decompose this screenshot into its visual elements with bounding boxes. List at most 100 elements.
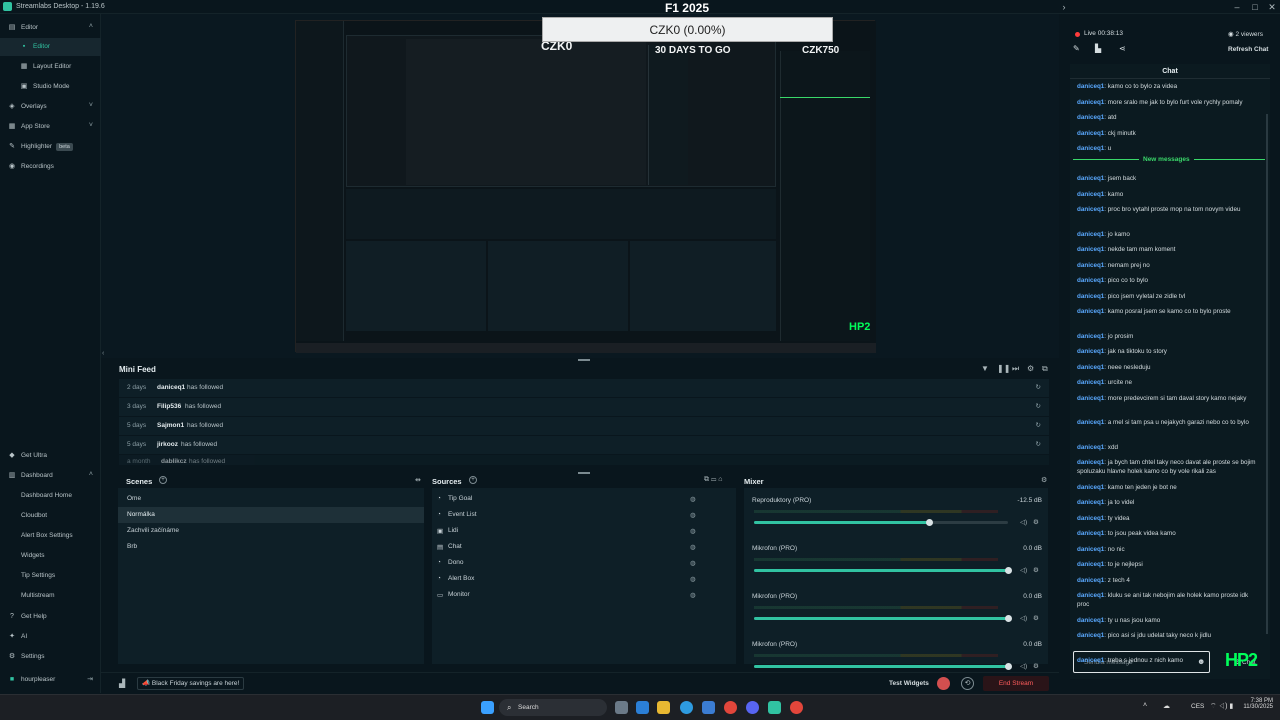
chat-collapse-icon[interactable]: › [1057, 1, 1071, 13]
popout-icon[interactable]: ⧉ [1042, 364, 1048, 374]
input-language[interactable]: CES [1191, 703, 1204, 710]
chat-username[interactable]: daniceq1 [1077, 262, 1104, 269]
end-stream-button[interactable]: End Stream [983, 676, 1049, 691]
sidebar-item-app-store[interactable]: ▦ App Store ˅ [0, 118, 101, 136]
maximize-button[interactable]: □ [1248, 1, 1262, 13]
chat-username[interactable]: daniceq1 [1077, 145, 1104, 152]
scene-item[interactable]: Brb [127, 543, 137, 550]
chat-username[interactable]: daniceq1 [1077, 277, 1104, 284]
sidebar-item-recordings[interactable]: ◉ Recordings [0, 158, 101, 176]
chat-username[interactable]: daniceq1 [1077, 308, 1104, 315]
file-explorer-icon[interactable] [657, 701, 670, 714]
sidebar-item-multistream[interactable]: Multistream [0, 587, 101, 605]
lock-icon[interactable]: ◍ [690, 575, 696, 583]
chat-username[interactable]: daniceq1 [1077, 419, 1104, 426]
chat-username[interactable]: daniceq1 [1077, 246, 1104, 253]
stats-icon[interactable]: ▟ [119, 679, 125, 688]
chat-username[interactable]: daniceq1 [1077, 395, 1104, 402]
replay-icon[interactable]: ↻ [1036, 436, 1041, 454]
sidebar-item-user[interactable]: ■ hourpleaser ⇥ [0, 671, 101, 689]
chat-username[interactable]: daniceq1 [1077, 577, 1104, 584]
source-item[interactable]: Dono [448, 559, 464, 566]
chat-username[interactable]: daniceq1 [1077, 379, 1104, 386]
filter-icon[interactable]: ▼ [981, 364, 989, 373]
tray-icons[interactable]: ☁ [1163, 702, 1170, 710]
mixer-settings-icon[interactable]: ⚙ [1041, 476, 1047, 484]
chat-username[interactable]: daniceq1 [1077, 484, 1104, 491]
chat-scrollbar[interactable] [1266, 114, 1268, 634]
test-widgets-button[interactable]: Test Widgets [889, 680, 929, 687]
chat-username[interactable]: daniceq1 [1077, 592, 1104, 599]
streamlabs-taskbar-icon[interactable] [768, 701, 781, 714]
gear-icon[interactable]: ⚙ [1033, 518, 1039, 526]
scene-transitions-icon[interactable]: ⇹ [415, 476, 421, 484]
chat-username[interactable]: daniceq1 [1077, 515, 1104, 522]
volume-slider[interactable] [754, 519, 1008, 526]
pause-icon[interactable]: ❚❚ [997, 364, 1010, 373]
volume-slider[interactable] [754, 663, 1012, 670]
scene-item[interactable]: Zachvili začínáme [127, 527, 179, 534]
edit-icon[interactable]: ✎ [1073, 44, 1080, 53]
discord-icon[interactable] [746, 701, 759, 714]
scene-item[interactable]: Ome [127, 495, 141, 502]
chat-username[interactable]: daniceq1 [1077, 333, 1104, 340]
sidebar-item-editor[interactable]: ▤ Editor ˄ [0, 19, 101, 37]
chat-username[interactable]: daniceq1 [1077, 99, 1104, 106]
sidebar-item-get-ultra[interactable]: ◆ Get Ultra [0, 447, 101, 465]
sidebar-item-layout-editor[interactable]: ▦ Layout Editor [0, 58, 101, 76]
logout-icon[interactable]: ⇥ [87, 675, 93, 683]
chat-username[interactable]: daniceq1 [1077, 444, 1104, 451]
network-volume-icon[interactable]: ⌔ ◁) ▮ [1210, 702, 1233, 711]
resize-handle[interactable] [578, 359, 590, 361]
resize-handle[interactable] [578, 472, 590, 474]
source-item[interactable]: Event List [448, 511, 477, 518]
chat-username[interactable]: daniceq1 [1077, 83, 1104, 90]
source-item[interactable]: Chat [448, 543, 462, 550]
close-button[interactable]: ✕ [1265, 1, 1279, 13]
sidebar-item-highlighter[interactable]: ✎ Highlighter beta [0, 138, 101, 156]
sidebar-item-settings[interactable]: ⚙ Settings [0, 648, 101, 666]
source-item[interactable]: Tip Goal [448, 495, 472, 502]
chat-username[interactable]: daniceq1 [1077, 175, 1104, 182]
lock-icon[interactable]: ◍ [690, 543, 696, 551]
chat-username[interactable]: daniceq1 [1077, 364, 1104, 371]
sidebar-item-get-help[interactable]: ? Get Help [0, 608, 101, 626]
chat-username[interactable]: daniceq1 [1077, 114, 1104, 121]
sidebar-item-tip-settings[interactable]: Tip Settings [0, 567, 101, 585]
gear-icon[interactable]: ⚙ [1033, 614, 1039, 622]
chrome-icon[interactable] [724, 701, 737, 714]
skip-icon[interactable]: ⏭ [1012, 364, 1019, 374]
scene-item[interactable]: Normálka [127, 511, 155, 518]
lock-icon[interactable]: ◍ [690, 527, 696, 535]
lock-icon[interactable]: ◍ [690, 511, 696, 519]
chat-username[interactable]: daniceq1 [1077, 561, 1104, 568]
sidebar-item-alert-box-settings[interactable]: Alert Box Settings [0, 527, 101, 545]
volume-slider-knob[interactable] [1005, 663, 1012, 670]
replay-icon[interactable]: ↻ [1036, 417, 1041, 435]
speaker-icon[interactable]: ◁) [1020, 518, 1027, 526]
help-app-icon[interactable] [680, 701, 693, 714]
stream-preview[interactable]: CZK0 30 DAYS TO GO CZK750 HP2 [295, 20, 876, 353]
chat-username[interactable]: daniceq1 [1077, 617, 1104, 624]
source-item[interactable]: Alert Box [448, 575, 474, 582]
lock-icon[interactable]: ◍ [690, 559, 696, 567]
settings-icon[interactable]: ⚙ [1027, 364, 1034, 373]
source-item[interactable]: Lidi [448, 527, 458, 534]
chat-username[interactable]: daniceq1 [1077, 130, 1104, 137]
collapse-left-icon[interactable]: ‹ [102, 350, 104, 357]
source-item[interactable]: Monitor [448, 591, 470, 598]
sidebar-item-editor-sub[interactable]: ▪ Editor [0, 38, 101, 56]
task-view-icon[interactable] [615, 701, 628, 714]
sidebar-item-overlays[interactable]: ◈ Overlays ˅ [0, 98, 101, 116]
add-source-icon[interactable]: + [469, 476, 477, 484]
photos-icon[interactable] [636, 701, 649, 714]
chat-username[interactable]: daniceq1 [1077, 499, 1104, 506]
windows-start-icon[interactable] [481, 701, 494, 714]
store-icon[interactable]: ▙ [1095, 44, 1101, 53]
sidebar-item-cloudbot[interactable]: Cloudbot [0, 507, 101, 525]
record-button[interactable] [937, 677, 950, 690]
volume-slider-knob[interactable] [1005, 567, 1012, 574]
chrome-icon[interactable] [790, 701, 803, 714]
replay-buffer-icon[interactable]: ⟲ [961, 677, 974, 690]
taskbar-search[interactable]: ⌕ Search [499, 699, 607, 716]
